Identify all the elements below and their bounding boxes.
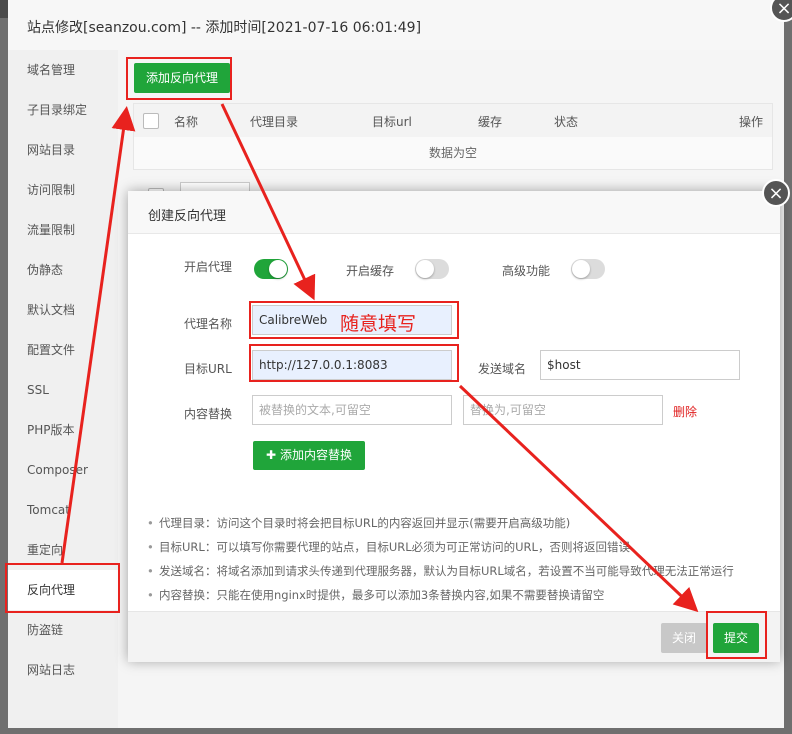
sidebar-item-ssl[interactable]: SSL (8, 370, 118, 410)
enable-cache-label: 开启缓存 (346, 264, 395, 278)
tip-item: 代理目录：访问这个目录时将会把目标URL的内容返回并显示(需要开启高级功能) (145, 511, 775, 535)
sidebar-item-php-version[interactable]: PHP版本 (8, 410, 118, 450)
dialog-title: 创建反向代理 (148, 209, 227, 224)
window-header: 站点修改[seanzou.com] -- 添加时间[2021-07-16 06:… (8, 0, 784, 51)
annotation-note: 随意填写 (340, 313, 417, 335)
delete-replace-link[interactable]: 删除 (673, 403, 697, 420)
enable-proxy-toggle[interactable] (254, 259, 288, 279)
sidebar-item-subdir[interactable]: 子目录绑定 (8, 90, 118, 130)
close-button[interactable]: 关闭 (661, 623, 707, 653)
annotation-box-target-url (249, 344, 459, 382)
sidebar-item-traffic-limit[interactable]: 流量限制 (8, 210, 118, 250)
replace-to-placeholder: 替换为,可留空 (470, 403, 546, 417)
tip-item: 目标URL：可以填写你需要代理的站点，目标URL必须为可正常访问的URL，否则将… (145, 535, 775, 559)
column-target-url: 目标url (372, 115, 412, 129)
sidebar-item-config-file[interactable]: 配置文件 (8, 330, 118, 370)
sidebar: 域名管理 子目录绑定 网站目录 访问限制 流量限制 伪静态 默认文档 配置文件 … (8, 50, 119, 728)
sidebar-item-tomcat[interactable]: Tomcat (8, 490, 118, 530)
tip-item: 发送域名：将域名添加到请求头传递到代理服务器，默认为目标URL域名，若设置不当可… (145, 559, 775, 583)
help-tips: 代理目录：访问这个目录时将会把目标URL的内容返回并显示(需要开启高级功能) 目… (145, 511, 775, 607)
proxy-table-header: 名称 代理目录 目标url 缓存 状态 操作 (133, 103, 773, 138)
dialog-close-icon[interactable]: × (762, 179, 790, 207)
create-reverse-proxy-dialog: 创建反向代理 开启代理 开启缓存 高级功能 代理名称 CalibreWeb 目标… (128, 191, 780, 662)
sidebar-item-site-log[interactable]: 网站日志 (8, 650, 118, 690)
annotation-box-sidebar-reverse-proxy (5, 563, 120, 613)
replace-to-input[interactable]: 替换为,可留空 (463, 395, 663, 425)
select-all-checkbox[interactable] (143, 113, 159, 129)
enable-cache-toggle[interactable] (415, 259, 449, 279)
sidebar-item-access-limit[interactable]: 访问限制 (8, 170, 118, 210)
send-domain-input[interactable]: $host (540, 350, 740, 380)
table-empty-row: 数据为空 (133, 137, 773, 170)
toggle-knob (269, 260, 287, 278)
content-replace-label: 内容替换 (184, 407, 233, 421)
column-proxy-dir: 代理目录 (250, 115, 299, 129)
replace-from-placeholder: 被替换的文本,可留空 (259, 403, 371, 417)
enable-proxy-label: 开启代理 (184, 260, 233, 274)
column-actions: 操作 (739, 115, 764, 129)
sidebar-item-site-dir[interactable]: 网站目录 (8, 130, 118, 170)
window-title: 站点修改[seanzou.com] -- 添加时间[2021-07-16 06:… (27, 20, 422, 36)
proxy-name-label: 代理名称 (184, 317, 233, 331)
sidebar-item-composer[interactable]: Composer (8, 450, 118, 490)
sidebar-item-default-doc[interactable]: 默认文档 (8, 290, 118, 330)
column-status: 状态 (554, 115, 579, 129)
tip-item: 内容替换：只能在使用nginx时提供，最多可以添加3条替换内容,如果不需要替换请… (145, 583, 775, 607)
column-cache: 缓存 (478, 115, 503, 129)
sidebar-item-hotlink[interactable]: 防盗链 (8, 610, 118, 650)
annotation-box-add-button (126, 57, 232, 100)
advanced-toggle[interactable] (571, 259, 605, 279)
add-content-replace-label: 添加内容替换 (279, 448, 352, 462)
dialog-footer: 关闭 提交 (128, 611, 780, 662)
plus-icon: ✚ (266, 448, 277, 462)
add-content-replace-button[interactable]: ✚ 添加内容替换 (253, 441, 365, 470)
column-name: 名称 (174, 115, 199, 129)
dialog-header: 创建反向代理 (128, 191, 780, 234)
sidebar-item-domain[interactable]: 域名管理 (8, 50, 118, 90)
advanced-label: 高级功能 (502, 264, 551, 278)
annotation-box-submit (706, 611, 767, 659)
sidebar-item-rewrite[interactable]: 伪静态 (8, 250, 118, 290)
toggle-knob (572, 260, 590, 278)
replace-from-input[interactable]: 被替换的文本,可留空 (252, 395, 452, 425)
target-url-label: 目标URL (184, 362, 232, 376)
send-domain-label: 发送域名 (478, 362, 527, 376)
toggle-knob (416, 260, 434, 278)
